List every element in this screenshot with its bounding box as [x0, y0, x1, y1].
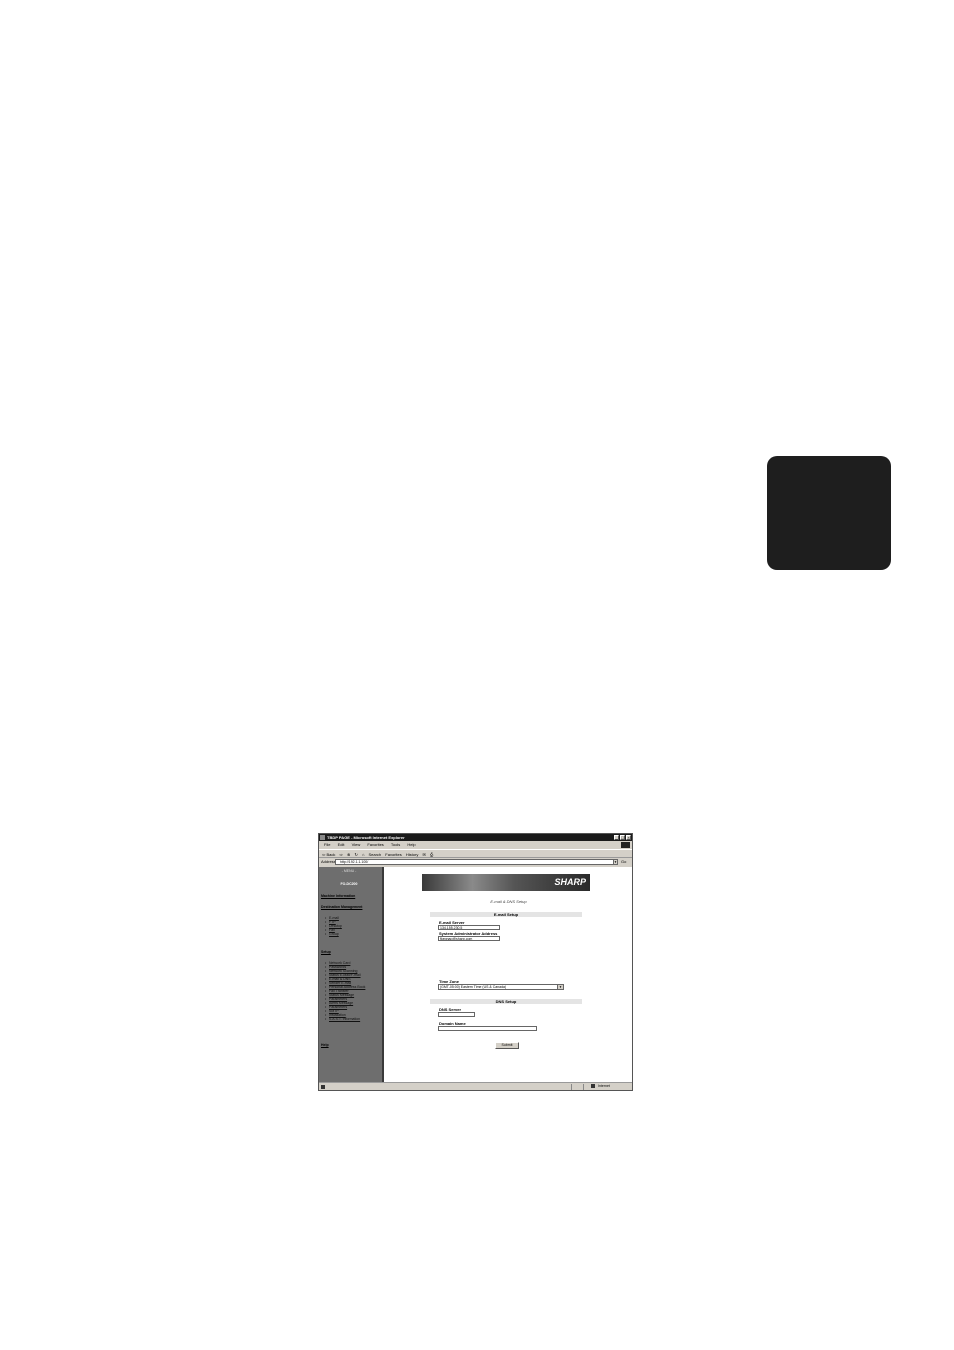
- status-bar: Internet: [319, 1082, 632, 1090]
- home-button[interactable]: ⌂: [362, 852, 364, 857]
- domain-name-input[interactable]: [438, 1026, 537, 1031]
- mail-button[interactable]: ✉: [422, 852, 425, 857]
- chapter-tab: [767, 456, 891, 570]
- stop-button[interactable]: ⊗: [347, 852, 350, 857]
- address-bar: Address http://192.1.1.100/ ▼ Go: [319, 858, 632, 866]
- security-zone: Internet: [591, 1083, 610, 1090]
- refresh-button[interactable]: ↻: [354, 852, 357, 857]
- browser-window: TBDP PAGE - Microsoft Internet Explorer …: [318, 833, 633, 1091]
- windows-flag-icon: [621, 842, 630, 848]
- link-destination-management[interactable]: Destination Management: [321, 905, 362, 909]
- print-button[interactable]: ⎙: [430, 852, 433, 857]
- zone-label: Internet: [598, 1084, 610, 1088]
- time-zone-value: (GMT-05:00) Eastern Time (US & Canada): [440, 985, 507, 989]
- window-controls: _ □ ×: [614, 835, 631, 840]
- sidebar-model-name: FO-DC200: [340, 882, 358, 886]
- status-divider: [583, 1084, 584, 1090]
- menu-favorites[interactable]: Favorites: [367, 842, 383, 847]
- link-sast-information[interactable]: S.A.S.T. Information: [325, 1017, 360, 1021]
- window-title: TBDP PAGE - Microsoft Internet Explorer: [327, 835, 405, 840]
- main-panel: SHARP E-mail & DNS Setup E-mail Setup E-…: [385, 867, 632, 1082]
- close-button[interactable]: ×: [626, 835, 631, 840]
- search-button[interactable]: Search: [368, 852, 381, 857]
- time-zone-select[interactable]: (GMT-05:00) Eastern Time (US & Canada) ▼: [438, 984, 564, 990]
- toolbar: ⇦ Back ⇨ ⊗ ↻ ⌂ Search Favorites History …: [319, 849, 632, 858]
- address-label: Address: [321, 859, 336, 864]
- email-server-input[interactable]: 134.155.230.5: [438, 925, 500, 930]
- link-machine-information[interactable]: Machine Information: [321, 894, 355, 898]
- dns-server-input[interactable]: [438, 1012, 475, 1017]
- page-content: - MENU - FO-DC200 Machine Information De…: [319, 867, 632, 1082]
- address-dropdown-icon[interactable]: ▼: [613, 859, 618, 865]
- page-title: E-mail & DNS Setup: [490, 899, 527, 904]
- ie-icon: [320, 835, 325, 840]
- sharp-logo: SHARP: [554, 877, 586, 887]
- status-divider: [571, 1084, 572, 1090]
- menu-tools[interactable]: Tools: [391, 842, 400, 847]
- link-group[interactable]: Group: [325, 932, 339, 936]
- internet-zone-icon: [591, 1084, 595, 1089]
- favorites-button[interactable]: Favorites: [385, 852, 401, 857]
- admin-address-input[interactable]: fkegnap@sharp.com: [438, 936, 500, 941]
- menu-file[interactable]: File: [324, 842, 330, 847]
- sidebar: - MENU - FO-DC200 Machine Information De…: [319, 867, 384, 1082]
- address-input[interactable]: http://192.1.1.100/: [335, 859, 617, 865]
- menu-bar: File Edit View Favorites Tools Help: [319, 841, 632, 848]
- back-button[interactable]: ⇦ Back: [322, 852, 335, 857]
- menu-help[interactable]: Help: [407, 842, 415, 847]
- maximize-button[interactable]: □: [620, 835, 625, 840]
- history-button[interactable]: History: [406, 852, 418, 857]
- page-status-icon: [321, 1085, 325, 1089]
- minimize-button[interactable]: _: [614, 835, 619, 840]
- dns-setup-header: DNS Setup: [430, 999, 582, 1004]
- sidebar-divider: [382, 867, 384, 1082]
- chevron-down-icon[interactable]: ▼: [557, 985, 563, 989]
- submit-button[interactable]: Submit: [495, 1042, 519, 1049]
- sharp-banner: SHARP: [422, 874, 590, 891]
- link-setup[interactable]: Setup: [321, 950, 331, 954]
- menu-view[interactable]: View: [352, 842, 361, 847]
- email-setup-header: E-mail Setup: [430, 912, 582, 917]
- sidebar-menu-title: - MENU -: [341, 869, 357, 873]
- go-button[interactable]: Go: [621, 858, 626, 866]
- forward-button[interactable]: ⇨: [339, 852, 342, 857]
- menu-edit[interactable]: Edit: [338, 842, 345, 847]
- link-help[interactable]: Help: [321, 1043, 329, 1047]
- title-bar: TBDP PAGE - Microsoft Internet Explorer …: [319, 834, 632, 841]
